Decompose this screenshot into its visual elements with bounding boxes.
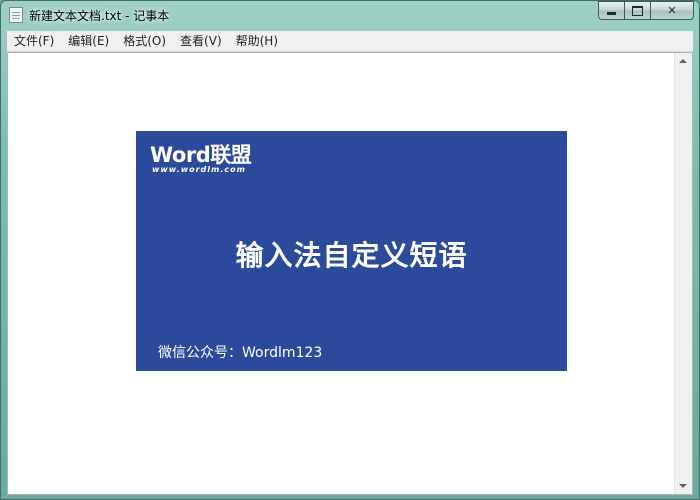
vertical-scrollbar[interactable] [674,53,692,494]
menu-item-edit[interactable]: 编辑(E) [61,32,116,50]
scroll-down-icon[interactable] [679,484,687,488]
menu-item-format[interactable]: 格式(O) [116,32,173,50]
embedded-banner-image: Word联盟 www.wordlm.com 输入法自定义短语 微信公众号：Wor… [136,131,567,371]
caption-buttons: ✕ [598,1,694,21]
scroll-up-icon[interactable] [679,59,687,63]
menu-item-help[interactable]: 帮助(H) [229,32,285,50]
menu-bar: 文件(F) 编辑(E) 格式(O) 查看(V) 帮助(H) [7,31,693,52]
banner-headline: 输入法自定义短语 [235,239,468,272]
maximize-icon [632,5,643,16]
minimize-button[interactable] [598,1,624,20]
window-title: 新建文本文档.txt - 记事本 [29,9,170,23]
notepad-app-icon[interactable] [9,7,23,23]
text-editor-area[interactable]: Word联盟 www.wordlm.com 输入法自定义短语 微信公众号：Wor… [7,52,693,495]
brand-url: www.wordlm.com [152,165,246,174]
minimize-icon [607,12,616,15]
close-button[interactable]: ✕ [650,1,694,20]
maximize-button[interactable] [624,1,650,20]
banner-footer: 微信公众号：Wordlm123 [158,345,323,361]
menu-item-file[interactable]: 文件(F) [7,32,61,50]
close-icon: ✕ [667,4,677,17]
notepad-window: 新建文本文档.txt - 记事本 ✕ 文件(F) 编辑(E) 格式(O) 查看(… [0,0,700,500]
menu-item-view[interactable]: 查看(V) [173,32,229,50]
title-bar[interactable]: 新建文本文档.txt - 记事本 ✕ [1,1,699,29]
